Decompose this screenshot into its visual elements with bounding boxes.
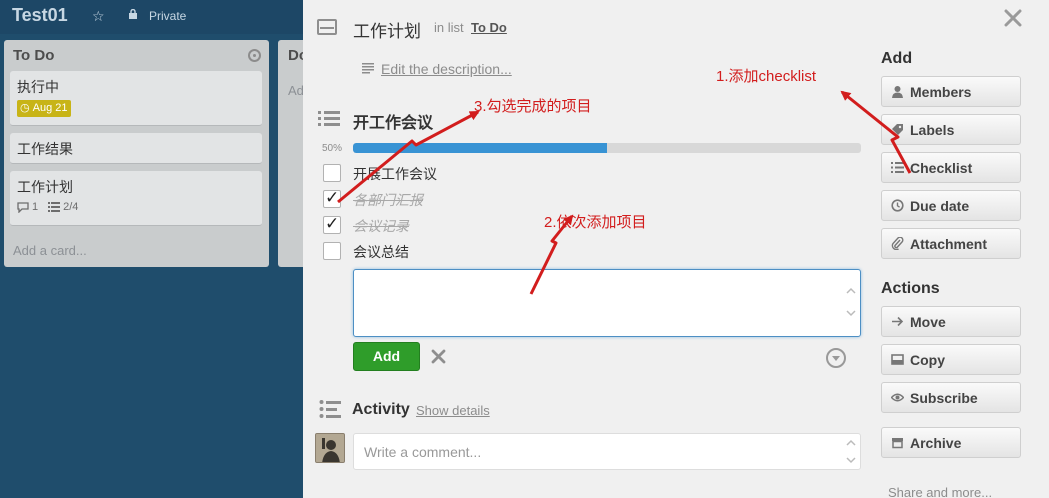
annotation-arrow-1 [840,90,912,174]
annotation-arrow-2 [529,214,574,295]
annotation-arrow-3 [337,110,480,204]
annotation-arrows [337,90,912,295]
